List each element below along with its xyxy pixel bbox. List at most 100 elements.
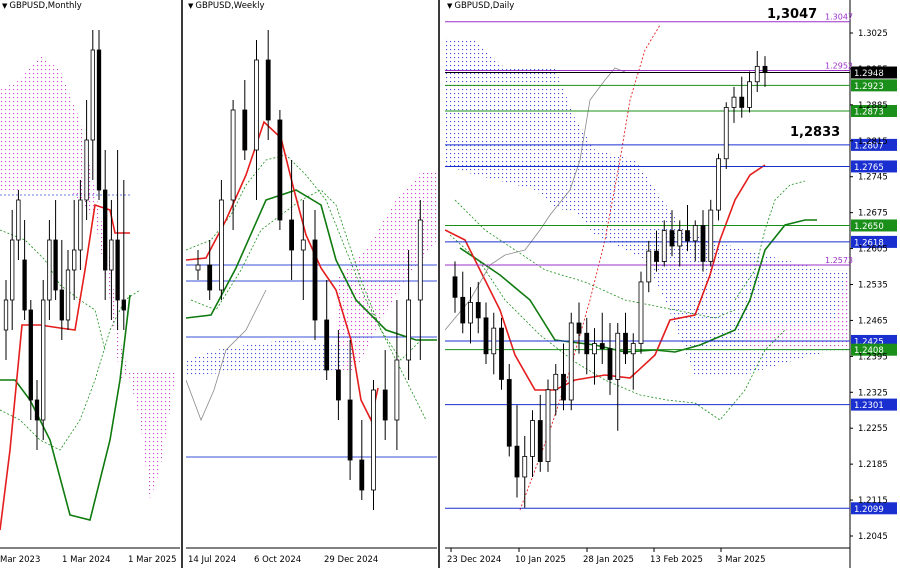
monthly-candle-7 <box>47 239 52 301</box>
panel-divider[interactable] <box>438 0 440 568</box>
level-label-13: 1.2099 <box>854 505 884 515</box>
panel-divider[interactable] <box>181 0 183 568</box>
weekly-candle-13 <box>347 399 353 461</box>
candle-3 <box>475 302 481 319</box>
candle-29 <box>677 230 683 247</box>
candle-36 <box>731 96 737 108</box>
y-tick-label-7: 1.2535 <box>858 281 888 291</box>
monthly-chart-title: ▼ GBPUSD,Monthly <box>2 1 85 11</box>
candle-22 <box>623 332 628 355</box>
weekly-candle-6 <box>265 59 271 121</box>
monthly-candle-16 <box>103 189 108 271</box>
candle-6 <box>499 327 504 380</box>
weekly-candle-18 <box>406 299 412 361</box>
candle-28 <box>669 230 675 247</box>
monthly-candle-2 <box>16 199 21 241</box>
monthly-candle-15 <box>96 49 102 191</box>
monthly-candle-14 <box>90 49 95 141</box>
daily-chart-panel[interactable]: ▼ GBPUSD,Daily 1.3047 1.2952 1.2948 1.2923 1.… <box>445 0 900 568</box>
y-tick-label-9: 1.2395 <box>858 352 888 362</box>
monthly-x-label-0: Mar 2023 <box>0 555 40 565</box>
monthly-dashed-upper <box>0 229 106 351</box>
candle-12 <box>545 389 551 462</box>
weekly-candle-14 <box>359 459 365 491</box>
y-tick-label-14: 1.2045 <box>858 532 888 542</box>
weekly-candle-9 <box>300 239 306 251</box>
x-axis-label-0: 23 Dec 2024 <box>447 555 501 565</box>
monthly-candle-10 <box>65 269 71 321</box>
candle-37 <box>739 96 745 108</box>
dropdown-triangle-icon[interactable]: ▼ <box>188 2 193 10</box>
y-tick-label-6: 1.2605 <box>858 245 888 255</box>
candle-13 <box>553 373 559 391</box>
candle-18 <box>592 343 597 355</box>
candle-9 <box>522 456 528 478</box>
x-axis-label-3: 13 Feb 2025 <box>650 555 703 565</box>
monthly-candle-11 <box>72 249 77 271</box>
monthly-candle-1 <box>10 239 15 301</box>
candle-2 <box>468 302 473 324</box>
candle-7 <box>506 379 512 447</box>
weekly-candle-12 <box>335 369 341 401</box>
weekly-candle-16 <box>382 389 388 421</box>
candle-16 <box>576 322 582 334</box>
monthly-candle-6 <box>41 299 46 421</box>
weekly-candle-1 <box>207 264 213 291</box>
monthly-chart-svg: Mar 2023 1 Mar 2024 1 Mar 2025 <box>0 30 180 565</box>
y-tick-label-5: 1.2675 <box>858 209 888 219</box>
monthly-x-label-2: 1 Mar 2025 <box>128 555 176 565</box>
candle-8 <box>514 445 520 478</box>
weekly-chart-panel[interactable]: ▼ GBPUSD,Weekly 14 Jul 2024 6 Oct 2024 29 D… <box>186 0 437 568</box>
level-label-7: 1.2650 <box>854 222 884 232</box>
monthly-candle-3 <box>22 259 27 311</box>
candle-31 <box>692 225 698 242</box>
weekly-x-label-2: 29 Dec 2024 <box>324 555 378 565</box>
candle-40 <box>762 65 768 73</box>
level-label-3: 1.2923 <box>854 82 884 92</box>
y-tick-label-8: 1.2465 <box>858 316 888 326</box>
y-tick-label-1: 1.2955 <box>858 65 888 75</box>
candle-32 <box>700 225 706 262</box>
y-tick-label-11: 1.2255 <box>858 424 888 434</box>
level-label-1: 1.2952 <box>825 61 853 70</box>
y-tick-label-4: 1.2745 <box>858 173 888 183</box>
candle-10 <box>530 420 535 457</box>
candle-20 <box>607 348 613 380</box>
level-label-6: 1.2765 <box>854 163 884 173</box>
candle-30 <box>685 230 690 242</box>
monthly-candle-4 <box>28 309 33 401</box>
monthly-candle-0 <box>3 299 9 331</box>
weekly-candle-2 <box>219 199 224 291</box>
candle-26 <box>654 250 659 262</box>
monthly-x-label-1: 1 Mar 2024 <box>62 555 110 565</box>
weekly-candle-5 <box>254 59 259 151</box>
weekly-candle-19 <box>417 219 423 301</box>
monthly-candle-13 <box>84 139 89 201</box>
candle-5 <box>491 327 497 355</box>
candle-21 <box>615 332 621 380</box>
weekly-candle-15 <box>371 389 376 491</box>
daily-chart-svg: 1.30471.29521.29481.29231.28731.28071.27… <box>445 0 897 568</box>
daily-title-text: GBPUSD,Daily <box>454 1 515 11</box>
monthly-chart-panel[interactable]: ▼ GBPUSD,Monthly Mar 2023 1 Mar 2024 1 Mar … <box>0 0 180 568</box>
candle-35 <box>723 107 729 160</box>
monthly-candle-5 <box>34 399 40 421</box>
dropdown-triangle-icon[interactable]: ▼ <box>2 2 7 10</box>
annotation-mid: 1,2833 <box>790 125 840 140</box>
weekly-kumo-bearish <box>186 340 356 375</box>
annotation-high: 1,3047 <box>767 7 817 22</box>
candle-4 <box>483 317 489 355</box>
candle-0 <box>452 276 458 298</box>
candle-34 <box>716 158 721 211</box>
monthly-candle-18 <box>115 239 120 301</box>
monthly-candle-9 <box>59 289 64 321</box>
y-tick-label-2: 1.2885 <box>858 101 888 111</box>
candle-14 <box>561 373 566 401</box>
x-axis-label-2: 28 Jan 2025 <box>583 555 634 565</box>
dropdown-triangle-icon[interactable]: ▼ <box>447 2 452 10</box>
weekly-x-label-1: 6 Oct 2024 <box>254 555 301 565</box>
weekly-candle-10 <box>312 239 318 321</box>
weekly-candle-11 <box>324 319 330 371</box>
candle-38 <box>747 81 752 108</box>
weekly-candle-17 <box>394 359 400 421</box>
